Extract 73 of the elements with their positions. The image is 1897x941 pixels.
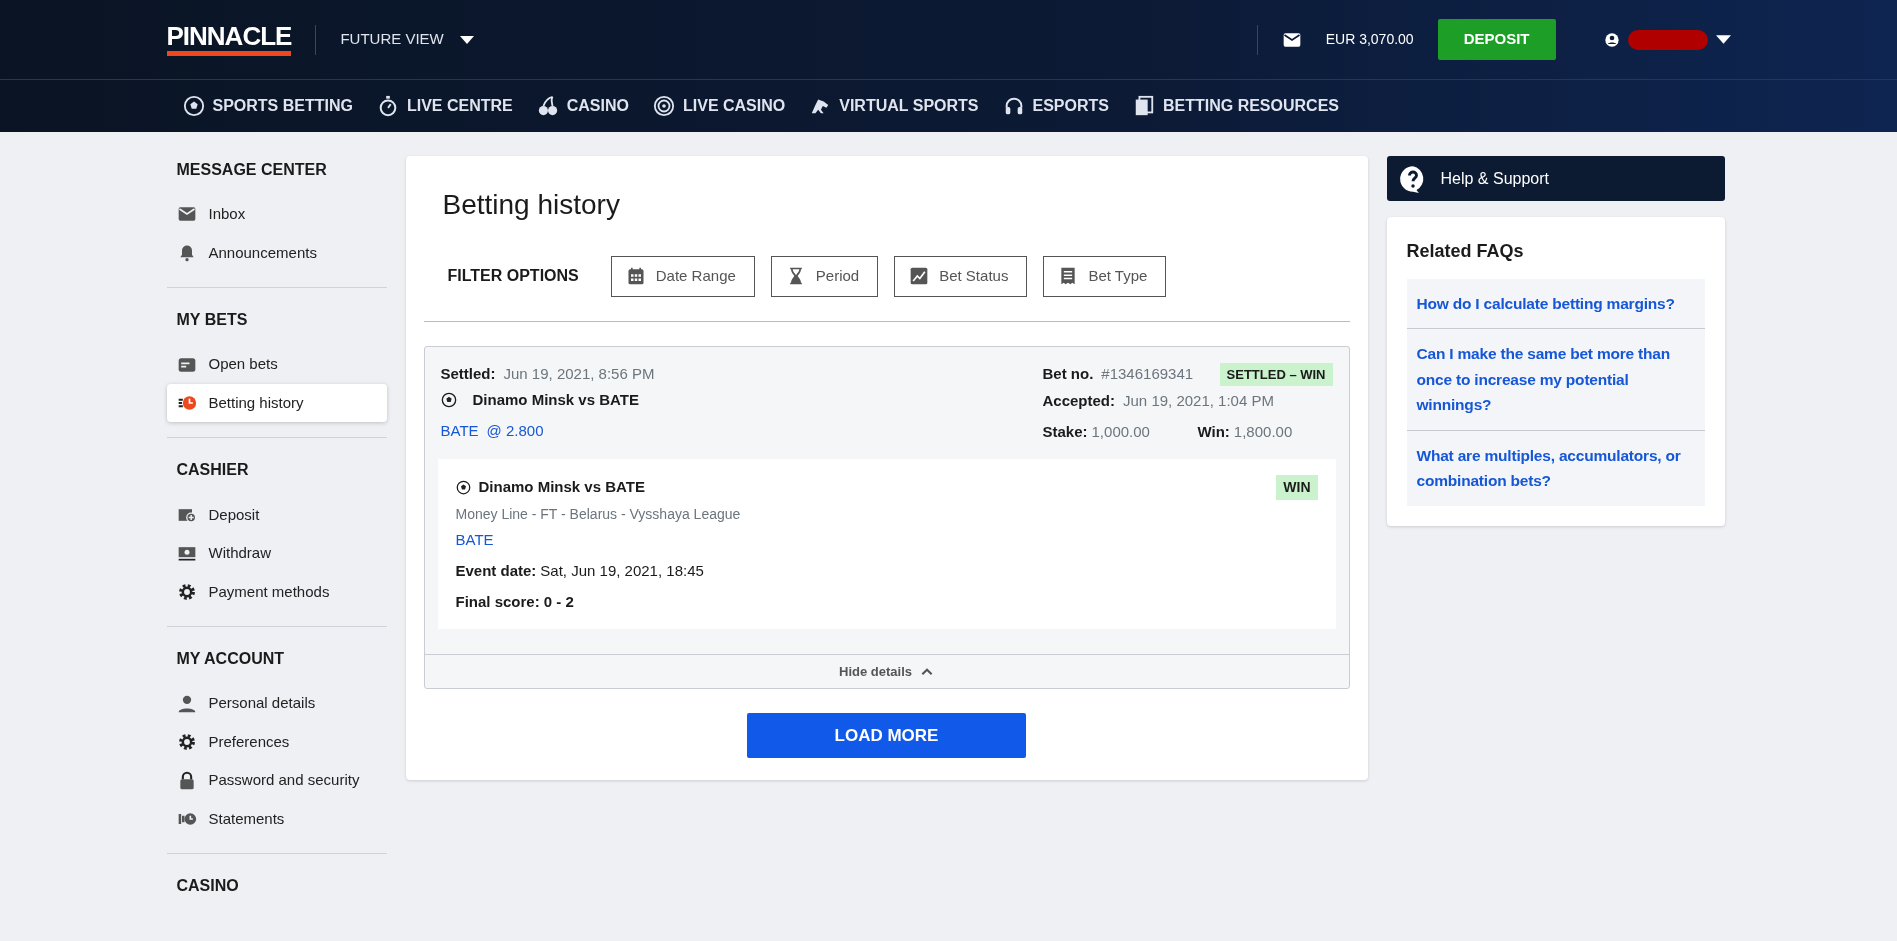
load-more-button[interactable]: LOAD MORE (747, 713, 1026, 759)
section-heading: CASHIER (175, 460, 250, 480)
account-balance: EUR 3,070.00 (1325, 30, 1414, 49)
section-heading: MY BETS (175, 310, 249, 330)
sidebar-item[interactable]: Withdraw (166, 534, 387, 573)
soccer-ball-icon (182, 95, 205, 117)
soccer-ball-icon (440, 392, 457, 409)
nav-link[interactable]: ESPORTS (1002, 94, 1109, 118)
section-heading: CASINO (175, 876, 240, 896)
field-value: 0 - 2 (543, 591, 574, 612)
section-heading: MY ACCOUNT (175, 649, 286, 669)
field-label: Accepted: (1042, 391, 1116, 412)
user-icon (1603, 31, 1620, 48)
sidebar-item[interactable]: Preferences (166, 722, 387, 762)
event-name: Dinamo Minsk vs BATE (472, 390, 639, 411)
sidebar-item[interactable]: Announcements (166, 233, 387, 273)
result-badge: WIN (1276, 475, 1318, 501)
filter-button[interactable]: Date Range (610, 255, 755, 297)
roulette-wheel-icon (653, 95, 675, 117)
sidebar-item[interactable]: Betting history (166, 383, 387, 423)
filter-button[interactable]: Bet Status (894, 255, 1028, 297)
filter-label: FILTER OPTIONS (447, 266, 579, 287)
soccer-ball-icon (455, 480, 471, 496)
field-label: Bet no. (1042, 364, 1094, 385)
field-value: 1,800.00 (1233, 421, 1293, 442)
field-label: Win: (1197, 421, 1230, 442)
field-label: Stake: (1042, 421, 1088, 442)
filter-button[interactable]: Period (770, 255, 879, 297)
bet-odds: @ 2.800 (486, 420, 544, 441)
line-chart-icon (909, 266, 930, 287)
sidebar-item[interactable]: Inbox (166, 195, 387, 234)
sidebar-item[interactable]: Password and security (166, 761, 387, 800)
view-selector[interactable]: FUTURE VIEW (340, 28, 474, 51)
nav-link[interactable]: BETTING RESOURCES (1132, 94, 1339, 118)
field-value: Sat, Jun 19, 2021, 18:45 (540, 561, 704, 582)
filter-button[interactable]: Bet Type (1043, 255, 1167, 297)
nav-link[interactable]: CASINO (536, 94, 629, 118)
faq-heading: Related FAQs (1406, 241, 1525, 263)
faq-link[interactable]: Can I make the same bet more than once to increase my potential winnings? (1406, 328, 1705, 430)
field-label: Event date: (455, 561, 537, 582)
field-label: Final score: (455, 591, 540, 612)
status-badge: SETTLED – WIN (1219, 362, 1333, 387)
faq-link[interactable]: What are multiples, accumulators, or combination bets? (1406, 429, 1705, 506)
cherries-icon (536, 95, 559, 117)
nav-link[interactable]: SPORTS BETTING (182, 94, 353, 118)
bet-selection: BATE (440, 420, 479, 441)
event-name: Dinamo Minsk vs BATE (478, 477, 645, 498)
field-value: #1346169341 (1101, 364, 1194, 385)
card-gear-icon (176, 581, 197, 602)
sidebar-item[interactable]: Open bets (166, 345, 387, 384)
person-icon (176, 693, 197, 714)
caret-icon (459, 35, 474, 44)
caret-icon (1715, 35, 1731, 44)
field-value: 1,000.00 (1091, 421, 1150, 442)
field-value: Jun 19, 2021, 8:56 PM (503, 363, 655, 384)
hide-details-toggle[interactable]: Hide details (424, 654, 1349, 689)
market-description: Money Line - FT - Belarus - Vysshaya League (455, 505, 742, 525)
page-title: Betting history (442, 188, 621, 222)
nav-link[interactable]: LIVE CENTRE (376, 94, 513, 118)
bet-selection: BATE (455, 530, 494, 551)
nav-link[interactable]: VIRTUAL SPORTS (809, 94, 979, 118)
field-label: Settled: (440, 363, 496, 384)
logo[interactable]: PINNACLE (166, 23, 292, 56)
sidebar-item[interactable]: Statements (166, 799, 387, 839)
sidebar-item[interactable]: Personal details (166, 684, 387, 723)
section-heading: MESSAGE CENTER (175, 160, 328, 180)
faq-link[interactable]: How do I calculate betting margins? (1406, 278, 1705, 329)
sidebar-item[interactable]: Deposit (166, 495, 387, 535)
help-support-button[interactable]: Help & Support (1386, 156, 1725, 201)
sidebar-item[interactable]: Payment methods (166, 572, 387, 612)
field-value: Jun 19, 2021, 1:04 PM (1123, 391, 1274, 412)
settings-icon (176, 732, 197, 752)
nav-link[interactable]: LIVE CASINO (653, 94, 786, 118)
